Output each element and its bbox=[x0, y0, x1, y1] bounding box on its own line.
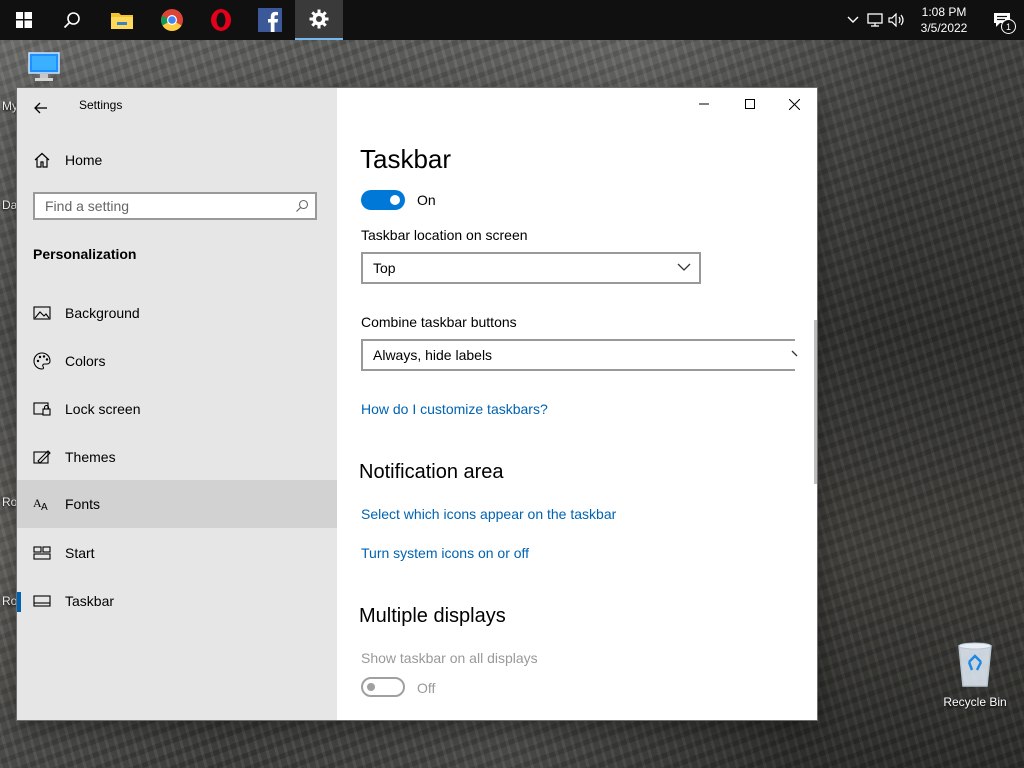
taskbar-search-button[interactable] bbox=[48, 0, 96, 40]
taskbar-opera[interactable] bbox=[197, 0, 245, 40]
notification-count-badge: 1 bbox=[1001, 19, 1016, 34]
desktop-icon-label: Ro bbox=[2, 594, 18, 608]
lock-screen-icon bbox=[33, 400, 51, 418]
system-icons-link[interactable]: Turn system icons on or off bbox=[361, 545, 529, 561]
sidebar-item-themes[interactable]: Themes bbox=[17, 440, 337, 474]
search-icon[interactable] bbox=[295, 199, 309, 213]
page-title: Taskbar bbox=[360, 144, 452, 174]
combine-buttons-dropdown[interactable]: Always, hide labels bbox=[361, 339, 798, 371]
sidebar-item-label: Background bbox=[65, 305, 140, 321]
sidebar-item-label: Themes bbox=[65, 449, 116, 465]
fonts-icon: AA bbox=[33, 495, 51, 513]
clock-date: 3/5/2022 bbox=[920, 21, 968, 35]
speaker-icon bbox=[888, 13, 904, 27]
action-center-button[interactable]: 1 bbox=[980, 0, 1024, 40]
desktop-icon-label: Recycle Bin bbox=[943, 695, 1007, 709]
desktop-icon-recycle-bin[interactable]: Recycle Bin bbox=[940, 640, 1010, 709]
scrollbar[interactable] bbox=[814, 320, 817, 484]
dropdown-value: Top bbox=[373, 260, 396, 276]
themes-icon bbox=[33, 448, 51, 466]
customize-taskbars-link[interactable]: How do I customize taskbars? bbox=[361, 401, 548, 417]
desktop-icon-this-pc[interactable] bbox=[26, 50, 62, 90]
search-input[interactable] bbox=[35, 197, 295, 215]
sidebar-item-fonts[interactable]: AA Fonts bbox=[17, 480, 337, 528]
sidebar-item-label: Colors bbox=[65, 353, 106, 369]
computer-icon bbox=[28, 52, 60, 81]
chrome-icon bbox=[161, 9, 183, 31]
show-all-displays-toggle[interactable] bbox=[361, 677, 405, 697]
taskbar-chrome[interactable] bbox=[148, 0, 196, 40]
dropdown-value: Always, hide labels bbox=[373, 347, 493, 363]
opera-icon bbox=[211, 9, 231, 31]
show-hidden-icons-button[interactable] bbox=[842, 0, 864, 40]
volume-button[interactable] bbox=[886, 0, 908, 40]
system-tray: 1:08 PM 3/5/2022 1 bbox=[842, 0, 1024, 40]
close-button[interactable] bbox=[771, 88, 817, 120]
chevron-up-icon bbox=[847, 16, 859, 23]
sidebar-item-label: Fonts bbox=[65, 496, 101, 512]
taskbar-location-dropdown[interactable]: Top bbox=[361, 252, 701, 284]
picture-icon bbox=[33, 304, 51, 322]
minimize-button[interactable] bbox=[681, 88, 727, 120]
home-label: Home bbox=[65, 152, 103, 168]
sidebar-item-start[interactable]: Start bbox=[17, 536, 337, 570]
sidebar-item-taskbar[interactable]: Taskbar bbox=[17, 584, 337, 618]
desktop-icon-label: My bbox=[2, 99, 18, 113]
home-icon bbox=[34, 152, 50, 168]
location-label: Taskbar location on screen bbox=[361, 227, 528, 243]
notification-area-heading: Notification area bbox=[359, 461, 504, 483]
maximize-icon bbox=[745, 99, 755, 109]
network-button[interactable] bbox=[864, 0, 886, 40]
sidebar-section-heading: Personalization bbox=[33, 246, 137, 262]
multiple-displays-heading: Multiple displays bbox=[359, 605, 506, 627]
select-icons-link[interactable]: Select which icons appear on the taskbar bbox=[361, 506, 616, 522]
gear-icon bbox=[309, 9, 329, 29]
chevron-down-icon bbox=[677, 263, 691, 271]
start-icon bbox=[33, 544, 51, 562]
back-button[interactable] bbox=[27, 94, 55, 122]
clock-time: 1:08 PM bbox=[921, 5, 967, 19]
taskbar-file-explorer[interactable] bbox=[98, 0, 146, 40]
folder-icon bbox=[111, 13, 133, 29]
sidebar-item-label: Lock screen bbox=[65, 401, 141, 417]
maximize-button[interactable] bbox=[727, 88, 773, 120]
home-nav-item[interactable]: Home bbox=[33, 150, 102, 170]
network-icon bbox=[867, 13, 883, 27]
sidebar-item-lock-screen[interactable]: Lock screen bbox=[17, 392, 337, 426]
palette-icon bbox=[33, 352, 51, 370]
window-title: Settings bbox=[79, 98, 123, 112]
settings-sidebar: Settings Home Personalization Background bbox=[17, 88, 337, 720]
chevron-down-icon bbox=[791, 350, 798, 357]
close-icon bbox=[788, 98, 800, 110]
sidebar-item-background[interactable]: Background bbox=[17, 296, 337, 330]
taskbar: 1:08 PM 3/5/2022 1 bbox=[0, 0, 1024, 40]
sidebar-item-label: Start bbox=[65, 545, 95, 561]
taskbar-toggle-label: On bbox=[417, 192, 436, 208]
windows-logo-icon bbox=[16, 12, 32, 28]
find-setting-search[interactable] bbox=[33, 192, 317, 220]
taskbar-settings[interactable] bbox=[295, 0, 343, 40]
show-all-displays-toggle-label: Off bbox=[417, 680, 436, 696]
sidebar-item-label: Taskbar bbox=[65, 593, 115, 609]
svg-text:A: A bbox=[41, 502, 48, 512]
taskbar-facebook[interactable] bbox=[246, 0, 294, 40]
recycle-bin-icon bbox=[958, 642, 992, 687]
minimize-icon bbox=[699, 103, 709, 105]
sidebar-item-colors[interactable]: Colors bbox=[17, 344, 337, 378]
taskbar-icon bbox=[33, 592, 51, 610]
settings-content: Taskbar On Taskbar location on screen To… bbox=[337, 88, 817, 720]
clock[interactable]: 1:08 PM 3/5/2022 bbox=[908, 4, 980, 36]
combine-label: Combine taskbar buttons bbox=[361, 314, 517, 330]
taskbar-toggle[interactable] bbox=[361, 190, 405, 210]
desktop-icon-label: Ro bbox=[2, 495, 18, 509]
search-icon bbox=[63, 12, 80, 29]
start-button[interactable] bbox=[0, 0, 48, 40]
settings-window: Settings Home Personalization Background bbox=[17, 88, 817, 720]
back-arrow-icon bbox=[34, 102, 47, 114]
show-all-displays-label: Show taskbar on all displays bbox=[361, 650, 538, 666]
facebook-icon bbox=[258, 8, 282, 32]
desktop-icon-label: Da bbox=[2, 198, 18, 212]
